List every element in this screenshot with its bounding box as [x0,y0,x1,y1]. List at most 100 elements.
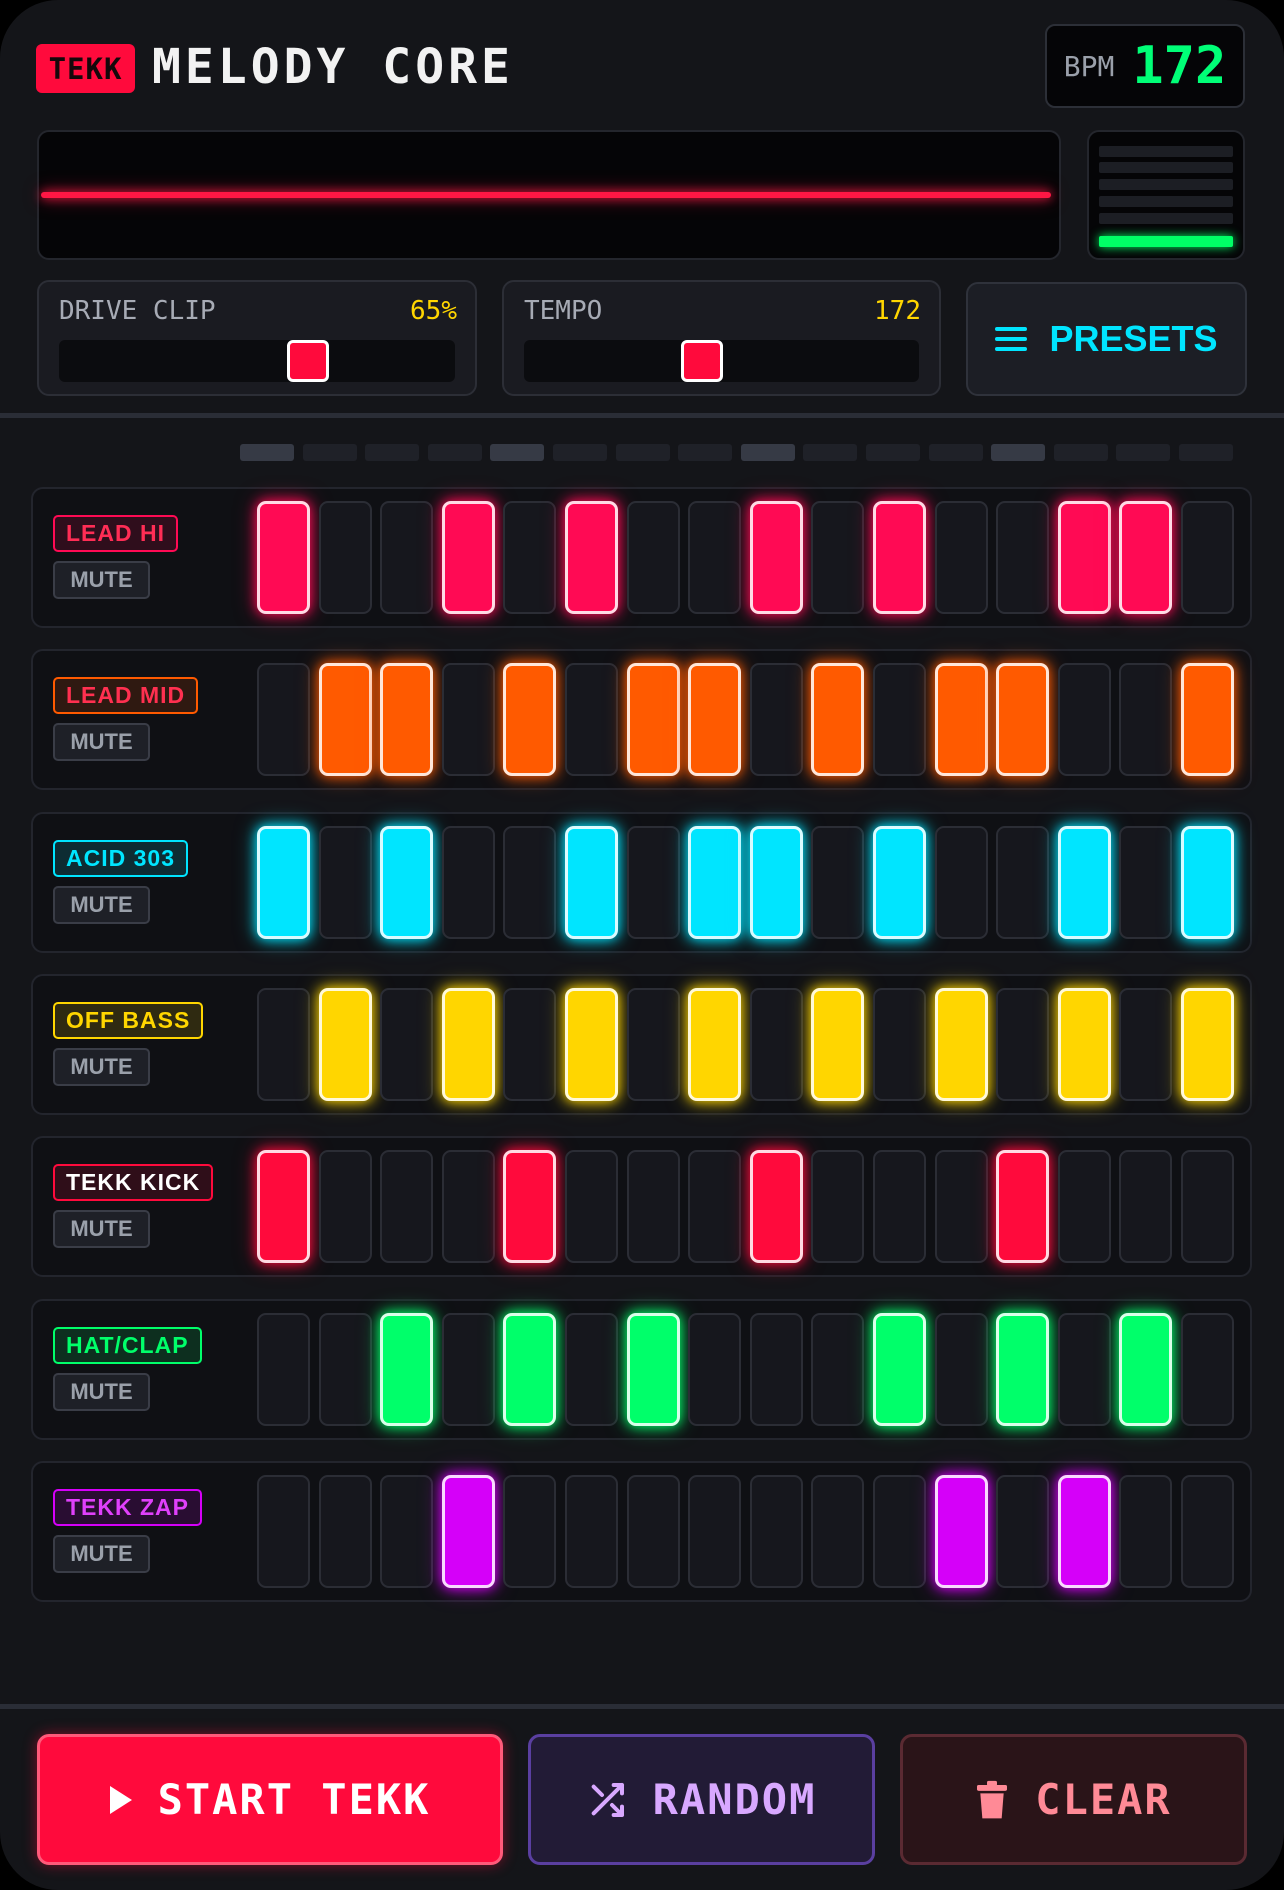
step-pad[interactable] [257,663,310,776]
step-pad[interactable] [811,1313,864,1426]
step-pad[interactable] [688,501,741,614]
step-pad-active[interactable] [565,988,618,1101]
step-pad-active[interactable] [319,988,372,1101]
step-pad-active[interactable] [750,826,803,939]
step-pad[interactable] [442,1313,495,1426]
step-pad[interactable] [380,988,433,1101]
step-pad-active[interactable] [1181,988,1234,1101]
step-pad[interactable] [811,1150,864,1263]
step-pad-active[interactable] [750,501,803,614]
start-button[interactable]: START TEKK [37,1734,503,1865]
step-pad[interactable] [688,1150,741,1263]
step-pad-active[interactable] [257,1150,310,1263]
step-pad-active[interactable] [1119,501,1172,614]
step-pad-active[interactable] [257,501,310,614]
step-pad[interactable] [627,826,680,939]
step-pad-active[interactable] [565,826,618,939]
step-pad[interactable] [1119,1475,1172,1588]
step-pad[interactable] [380,501,433,614]
step-pad-active[interactable] [750,1150,803,1263]
step-pad-active[interactable] [935,663,988,776]
step-pad-active[interactable] [996,1150,1049,1263]
step-pad[interactable] [1181,1150,1234,1263]
mute-button[interactable]: MUTE [53,1535,150,1573]
step-pad[interactable] [627,501,680,614]
step-pad[interactable] [688,1313,741,1426]
step-pad[interactable] [380,1475,433,1588]
step-pad[interactable] [750,1475,803,1588]
step-pad[interactable] [811,501,864,614]
step-pad[interactable] [1058,1150,1111,1263]
mute-button[interactable]: MUTE [53,561,150,599]
step-pad-active[interactable] [503,1150,556,1263]
step-pad[interactable] [442,826,495,939]
step-pad[interactable] [442,663,495,776]
step-pad[interactable] [996,1475,1049,1588]
step-pad[interactable] [811,826,864,939]
step-pad[interactable] [750,1313,803,1426]
step-pad-active[interactable] [319,663,372,776]
step-pad-active[interactable] [996,663,1049,776]
step-pad[interactable] [873,1150,926,1263]
step-pad-active[interactable] [627,1313,680,1426]
step-pad-active[interactable] [380,826,433,939]
mute-button[interactable]: MUTE [53,886,150,924]
step-pad-active[interactable] [873,501,926,614]
step-pad-active[interactable] [380,663,433,776]
step-pad-active[interactable] [1181,826,1234,939]
step-pad[interactable] [935,826,988,939]
step-pad[interactable] [257,1313,310,1426]
step-pad-active[interactable] [688,826,741,939]
clear-button[interactable]: CLEAR [900,1734,1247,1865]
step-pad[interactable] [996,826,1049,939]
step-pad-active[interactable] [503,663,556,776]
step-pad-active[interactable] [1058,826,1111,939]
step-pad[interactable] [319,1150,372,1263]
step-pad-active[interactable] [1119,1313,1172,1426]
step-pad[interactable] [750,988,803,1101]
step-pad-active[interactable] [811,663,864,776]
mute-button[interactable]: MUTE [53,1048,150,1086]
step-pad[interactable] [565,1475,618,1588]
step-pad-active[interactable] [935,1475,988,1588]
step-pad[interactable] [503,988,556,1101]
step-pad[interactable] [319,826,372,939]
mute-button[interactable]: MUTE [53,723,150,761]
step-pad-active[interactable] [565,501,618,614]
step-pad-active[interactable] [873,826,926,939]
step-pad[interactable] [503,826,556,939]
step-pad-active[interactable] [1058,988,1111,1101]
tempo-slider[interactable] [524,340,919,382]
step-pad[interactable] [257,988,310,1101]
presets-button[interactable]: PRESETS [966,282,1247,396]
step-pad-active[interactable] [873,1313,926,1426]
step-pad[interactable] [873,988,926,1101]
step-pad[interactable] [627,1475,680,1588]
step-pad[interactable] [565,663,618,776]
step-pad[interactable] [503,1475,556,1588]
step-pad[interactable] [996,501,1049,614]
random-button[interactable]: RANDOM [528,1734,875,1865]
step-pad[interactable] [1181,1475,1234,1588]
step-pad[interactable] [1058,1313,1111,1426]
step-pad[interactable] [627,1150,680,1263]
step-pad[interactable] [1181,1313,1234,1426]
step-pad[interactable] [627,988,680,1101]
step-pad-active[interactable] [688,988,741,1101]
step-pad-active[interactable] [935,988,988,1101]
step-pad-active[interactable] [688,663,741,776]
step-pad[interactable] [319,501,372,614]
step-pad-active[interactable] [1058,501,1111,614]
step-pad[interactable] [319,1313,372,1426]
step-pad[interactable] [750,663,803,776]
step-pad[interactable] [319,1475,372,1588]
step-pad[interactable] [688,1475,741,1588]
step-pad[interactable] [565,1313,618,1426]
step-pad[interactable] [503,501,556,614]
step-pad[interactable] [935,501,988,614]
mute-button[interactable]: MUTE [53,1373,150,1411]
step-pad-active[interactable] [996,1313,1049,1426]
step-pad[interactable] [873,663,926,776]
step-pad[interactable] [935,1150,988,1263]
drive-clip-slider-thumb[interactable] [287,340,330,382]
